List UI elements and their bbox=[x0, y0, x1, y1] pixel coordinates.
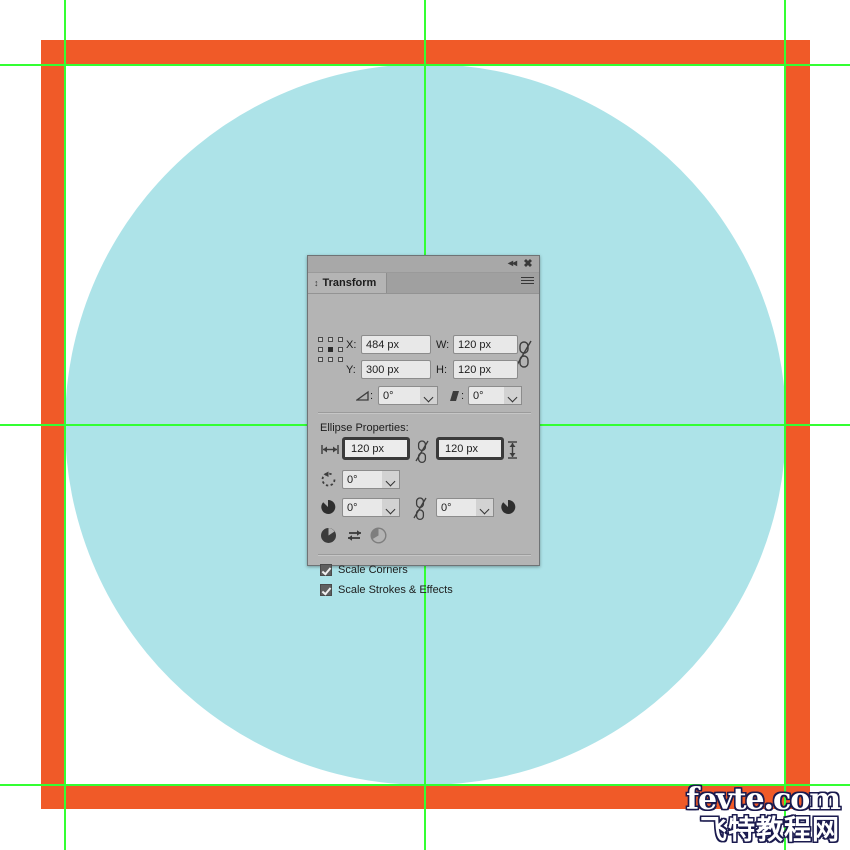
rotate-dropdown-icon[interactable] bbox=[420, 386, 438, 405]
x-label: X: bbox=[346, 339, 357, 351]
y-input[interactable] bbox=[361, 360, 431, 379]
illustrator-canvas: ◂◂ ✖ ↕ Transform X: 484 px W: 120 px Y: … bbox=[0, 0, 850, 850]
divider-1 bbox=[318, 412, 531, 414]
pie-outline-icon[interactable] bbox=[370, 527, 387, 547]
ellipse-height-input[interactable] bbox=[436, 437, 504, 460]
panel-tabbar[interactable]: ↕ Transform bbox=[308, 273, 539, 294]
watermark-line2: 飞特教程网 bbox=[700, 815, 840, 846]
scale-corners-label: Scale Corners bbox=[338, 564, 408, 576]
h-input[interactable] bbox=[453, 360, 518, 379]
pie-rotation-dropdown-icon[interactable] bbox=[382, 470, 400, 489]
collapse-icon[interactable]: ◂◂ bbox=[505, 258, 519, 270]
w-input[interactable] bbox=[453, 335, 518, 354]
close-icon[interactable]: ✖ bbox=[521, 258, 535, 270]
pie-start-dropdown-icon[interactable] bbox=[382, 498, 400, 517]
pie-end-angle-icon bbox=[500, 499, 516, 518]
shear-angle-icon bbox=[448, 389, 461, 406]
rotate-colon: : bbox=[370, 390, 374, 402]
shear-colon: : bbox=[461, 390, 465, 402]
scale-strokes-effects-checkbox[interactable]: Scale Strokes & Effects bbox=[320, 584, 453, 596]
tab-transform[interactable]: ↕ Transform bbox=[308, 273, 388, 293]
rotate-angle-icon bbox=[355, 389, 370, 406]
panel-titlebar[interactable]: ◂◂ ✖ bbox=[308, 256, 539, 273]
scale-strokes-label: Scale Strokes & Effects bbox=[338, 584, 453, 596]
shear-dropdown-icon[interactable] bbox=[504, 386, 522, 405]
y-label: Y: bbox=[346, 364, 356, 376]
pie-end-dropdown-icon[interactable] bbox=[476, 498, 494, 517]
panel-menu-icon[interactable] bbox=[521, 277, 534, 288]
x-input[interactable] bbox=[361, 335, 431, 354]
guide-horizontal-top bbox=[0, 64, 850, 66]
scale-corners-checkbox[interactable]: Scale Corners bbox=[320, 564, 408, 576]
transform-panel[interactable]: ◂◂ ✖ ↕ Transform X: 484 px W: 120 px Y: … bbox=[307, 255, 540, 596]
broken-link-icon[interactable] bbox=[412, 495, 428, 524]
w-label: W: bbox=[436, 339, 450, 351]
broken-link-icon[interactable] bbox=[414, 438, 430, 467]
ellipse-properties-label: Ellipse Properties: bbox=[320, 422, 409, 434]
pie-filled-icon[interactable] bbox=[320, 527, 337, 547]
pie-start-angle-icon bbox=[320, 499, 336, 518]
pie-rotation-icon bbox=[319, 470, 338, 492]
panel-title: Transform bbox=[322, 277, 377, 289]
h-label: H: bbox=[436, 364, 447, 376]
ellipse-width-input[interactable] bbox=[342, 437, 410, 460]
watermark: fevte.com 飞特教程网 bbox=[686, 782, 841, 846]
vertical-height-arrow-icon bbox=[507, 441, 518, 462]
checkbox-box[interactable] bbox=[320, 564, 332, 576]
swap-arrows-icon[interactable] bbox=[346, 529, 363, 545]
horizontal-width-arrow-icon bbox=[321, 444, 339, 458]
checkbox-box[interactable] bbox=[320, 584, 332, 596]
divider-2 bbox=[318, 554, 531, 556]
panel-body: X: W: Y: H: bbox=[308, 294, 539, 596]
tab-grip-icon: ↕ bbox=[314, 277, 319, 288]
watermark-line1: fevte.com bbox=[686, 782, 841, 817]
